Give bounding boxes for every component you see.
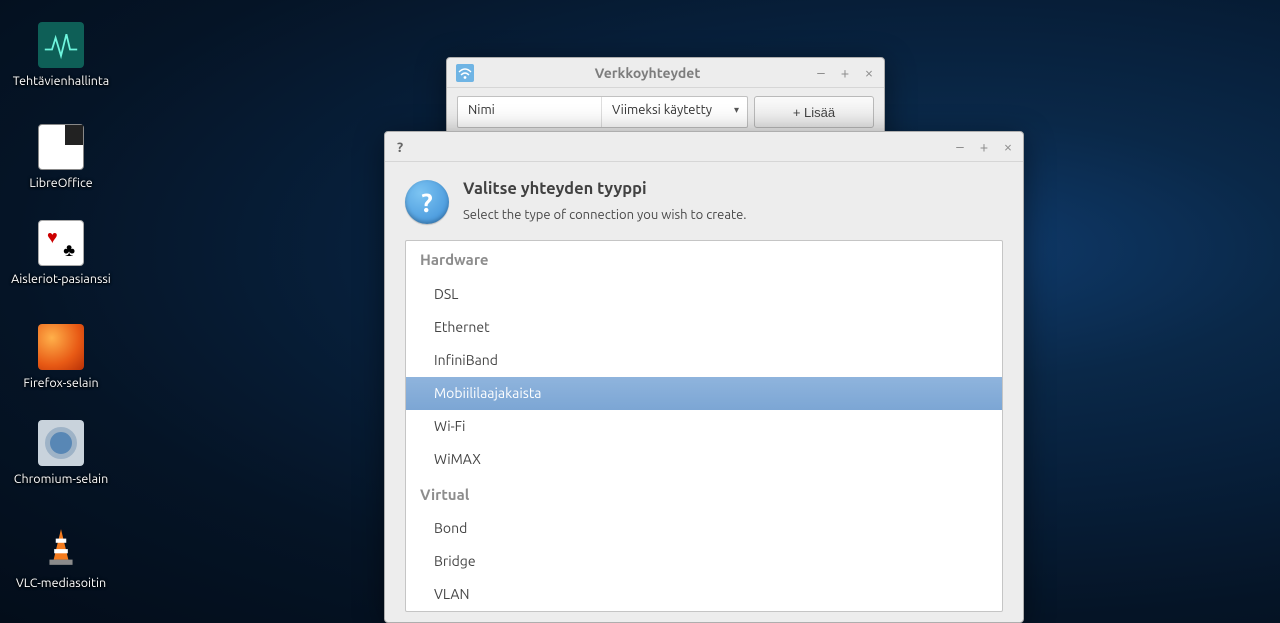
window-title: ?: [393, 139, 953, 155]
connection-type-item[interactable]: Ethernet: [406, 311, 1002, 344]
connection-type-item[interactable]: Wi-Fi: [406, 410, 1002, 443]
wifi-app-icon: [455, 63, 475, 83]
close-button[interactable]: ×: [1001, 140, 1015, 154]
connection-type-item[interactable]: Mobiililaajakaista: [406, 377, 1002, 410]
question-icon: ?: [405, 180, 449, 224]
desktop-icon-label: VLC-mediasoitin: [6, 576, 116, 591]
minimize-button[interactable]: –: [953, 140, 967, 154]
vlc-cone-icon: [38, 524, 84, 570]
dialog-heading: Valitse yhteyden tyyppi: [463, 180, 747, 198]
connection-type-item[interactable]: DSL: [406, 278, 1002, 311]
desktop-icon-chromium[interactable]: Chromium-selain: [6, 420, 116, 487]
desktop-icon-label: Tehtävienhallinta: [6, 74, 116, 89]
maximize-button[interactable]: +: [838, 66, 852, 80]
desktop-icon-task-manager[interactable]: Tehtävienhallinta: [6, 22, 116, 89]
connection-type-list: HardwareDSLEthernetInfiniBandMobiililaaj…: [405, 240, 1003, 612]
monitor-icon: [38, 22, 84, 68]
column-name[interactable]: Nimi: [458, 97, 602, 127]
maximize-button[interactable]: +: [977, 140, 991, 154]
desktop-icon-libreoffice[interactable]: LibreOffice: [6, 124, 116, 191]
connection-type-group: Hardware: [406, 241, 1002, 278]
column-last-used[interactable]: Viimeksi käytetty: [602, 97, 747, 127]
window-title: Verkkoyhteydet: [481, 65, 814, 81]
connection-type-item[interactable]: Bridge: [406, 545, 1002, 578]
connection-type-item[interactable]: WiMAX: [406, 443, 1002, 476]
libreoffice-icon: [38, 124, 84, 170]
desktop-icon-aisleriot[interactable]: Aisleriot-pasianssi: [6, 220, 116, 287]
add-connection-button[interactable]: + Lisää: [754, 96, 874, 128]
desktop-icon-vlc[interactable]: VLC-mediasoitin: [6, 524, 116, 591]
chromium-icon: [38, 420, 84, 466]
connection-type-group: Virtual: [406, 476, 1002, 513]
connection-type-item[interactable]: InfiniBand: [406, 344, 1002, 377]
desktop-icon-label: Firefox-selain: [6, 376, 116, 391]
connection-type-item[interactable]: Bond: [406, 512, 1002, 545]
connections-table-header: Nimi Viimeksi käytetty: [457, 96, 748, 128]
titlebar[interactable]: Verkkoyhteydet – + ×: [447, 58, 884, 88]
dialog-subtext: Select the type of connection you wish t…: [463, 208, 747, 222]
minimize-button[interactable]: –: [814, 66, 828, 80]
close-button[interactable]: ×: [862, 66, 876, 80]
connection-type-item[interactable]: VLAN: [406, 578, 1002, 611]
desktop-icon-label: LibreOffice: [6, 176, 116, 191]
firefox-icon: [38, 324, 84, 370]
desktop-icon-label: Chromium-selain: [6, 472, 116, 487]
desktop-icon-firefox[interactable]: Firefox-selain: [6, 324, 116, 391]
titlebar[interactable]: ? – + ×: [385, 132, 1023, 162]
window-connection-type-dialog: ? – + × ? Valitse yhteyden tyyppi Select…: [384, 131, 1024, 623]
cards-icon: [38, 220, 84, 266]
desktop-icon-label: Aisleriot-pasianssi: [6, 272, 116, 287]
